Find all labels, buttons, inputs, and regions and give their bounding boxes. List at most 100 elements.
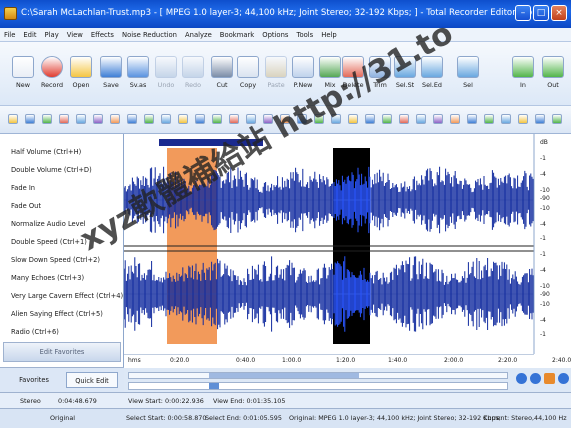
waveform-canvas[interactable]: dB-1-4-10-90-10-4-1-1-4-10-90-10-4-1 [124, 134, 571, 354]
toolbar-paste-button: Paste [262, 46, 290, 102]
effect-item[interactable]: Fade In [0, 180, 124, 198]
effect-shortcut-icon[interactable] [76, 114, 86, 124]
zoom-out-icon[interactable] [530, 373, 541, 384]
toolbar-in-button[interactable]: In [509, 46, 537, 102]
db-scale-label: -10 [540, 187, 550, 194]
effect-item[interactable]: Half Volume (Ctrl+H) [0, 144, 124, 162]
overview-marker[interactable] [209, 383, 219, 389]
effect-item[interactable]: Many Echoes (Ctrl+3) [0, 270, 124, 288]
toolbar-save-button[interactable]: Save [97, 46, 125, 102]
menu-effects[interactable]: Effects [87, 28, 118, 39]
toolbar-record-button[interactable]: Record [38, 46, 66, 102]
tab-quick-edit[interactable]: Quick Edit [66, 372, 118, 388]
horizontal-scrollbar[interactable] [128, 372, 508, 379]
zoom-in-icon[interactable] [516, 373, 527, 384]
zoom-in-icon [512, 56, 534, 78]
window-title: C:\Sarah McLachlan-Trust.mp3 - [ MPEG 1.… [21, 8, 533, 18]
effect-shortcut-icon[interactable] [8, 114, 18, 124]
effect-shortcut-icon[interactable] [518, 114, 528, 124]
menu-play[interactable]: Play [41, 28, 63, 39]
effect-shortcut-icon[interactable] [433, 114, 443, 124]
effect-shortcut-icon[interactable] [25, 114, 35, 124]
effect-item[interactable]: Double Speed (Ctrl+1) [0, 234, 124, 252]
effect-shortcut-icon[interactable] [178, 114, 188, 124]
effect-shortcut-icon[interactable] [297, 114, 307, 124]
effect-shortcut-icon[interactable] [229, 114, 239, 124]
redo-icon [182, 56, 204, 78]
toolbar-out-button[interactable]: Out [539, 46, 567, 102]
tab-favorites[interactable]: Favorites [12, 372, 56, 388]
effect-shortcut-icon[interactable] [484, 114, 494, 124]
effect-shortcut-icon[interactable] [212, 114, 222, 124]
overview-bar[interactable] [128, 382, 508, 390]
effect-shortcut-icon[interactable] [552, 114, 562, 124]
effect-shortcut-icon[interactable] [365, 114, 375, 124]
effect-shortcut-icon[interactable] [314, 114, 324, 124]
effect-shortcut-icon[interactable] [59, 114, 69, 124]
zoom-full-icon[interactable] [558, 373, 569, 384]
maximize-button[interactable]: □ [533, 5, 549, 21]
effect-shortcut-icon[interactable] [535, 114, 545, 124]
menu-analyze[interactable]: Analyze [181, 28, 216, 39]
menu-noise-reduction[interactable]: Noise Reduction [118, 28, 181, 39]
menu-options[interactable]: Options [258, 28, 292, 39]
toolbar-pnew-button[interactable]: P.New [289, 46, 317, 102]
effect-shortcut-icon[interactable] [280, 114, 290, 124]
effect-shortcut-icon[interactable] [501, 114, 511, 124]
edit-favorites-button[interactable]: Edit Favorites [3, 342, 121, 362]
waveform-view[interactable]: dB -1 -4 -10 -90 -10 -4 -1 -1 -4 -10 -90 -10 -4 -1 [124, 134, 571, 368]
effect-shortcut-icon[interactable] [42, 114, 52, 124]
folder-icon [70, 56, 92, 78]
effect-shortcut-icon[interactable] [263, 114, 273, 124]
effect-shortcut-icon[interactable] [144, 114, 154, 124]
db-scale-label: -1 [540, 331, 546, 338]
effect-shortcut-icon[interactable] [195, 114, 205, 124]
effect-shortcut-icon[interactable] [416, 114, 426, 124]
toolbar-undo-button: Undo [152, 46, 180, 102]
zoom-selection-icon[interactable] [544, 373, 555, 384]
effect-item[interactable]: Radio (Ctrl+6) [0, 324, 124, 342]
paste-new-icon [292, 56, 314, 78]
toolbar-cut-button[interactable]: Cut [208, 46, 236, 102]
effect-shortcut-icon[interactable] [331, 114, 341, 124]
effect-shortcut-icon[interactable] [127, 114, 137, 124]
effect-shortcut-icon[interactable] [246, 114, 256, 124]
toolbar-seled-button[interactable]: Sel.Ed [418, 46, 446, 102]
toolbar-selst-button[interactable]: Sel.St [391, 46, 419, 102]
menu-file[interactable]: File [0, 28, 19, 39]
app-icon[interactable] [4, 7, 17, 20]
toolbar-open-button[interactable]: Open [67, 46, 95, 102]
scrollbar-thumb[interactable] [209, 373, 359, 378]
effect-shortcut-icon[interactable] [110, 114, 120, 124]
effect-shortcut-icon[interactable] [93, 114, 103, 124]
menu-view[interactable]: View [63, 28, 87, 39]
effect-shortcut-icon[interactable] [382, 114, 392, 124]
undo-icon [155, 56, 177, 78]
toolbar-new-button[interactable]: New [9, 46, 37, 102]
toolbar-delete-button[interactable]: Delete [339, 46, 367, 102]
toolbar-copy-button[interactable]: Copy [234, 46, 262, 102]
effect-shortcut-icon[interactable] [467, 114, 477, 124]
effect-item[interactable]: Normalize Audio Level [0, 216, 124, 234]
toolbar-sel-button[interactable]: Sel [454, 46, 482, 102]
menu-bookmark[interactable]: Bookmark [216, 28, 258, 39]
minimize-button[interactable]: – [515, 5, 531, 21]
effect-shortcut-icon[interactable] [161, 114, 171, 124]
menu-tools[interactable]: Tools [292, 28, 317, 39]
menu-help[interactable]: Help [317, 28, 341, 39]
effect-item[interactable]: Double Volume (Ctrl+D) [0, 162, 124, 180]
effect-shortcut-icon[interactable] [450, 114, 460, 124]
effect-item[interactable]: Very Large Cavern Effect (Ctrl+4) [0, 288, 124, 306]
effect-item[interactable]: Slow Down Speed (Ctrl+2) [0, 252, 124, 270]
effect-item[interactable]: Fade Out [0, 198, 124, 216]
effect-shortcut-icon[interactable] [399, 114, 409, 124]
effect-item[interactable]: Alien Saying Effect (Ctrl+5) [0, 306, 124, 324]
current-info: Current: Stereo,44,100 Hz [483, 414, 567, 422]
toolbar-svas-button[interactable]: Sv.as [124, 46, 152, 102]
copy-icon [237, 56, 259, 78]
menu-edit[interactable]: Edit [19, 28, 40, 39]
close-button[interactable]: × [551, 5, 567, 21]
toolbar-trim-button[interactable]: Trim [366, 46, 394, 102]
effect-shortcut-icon[interactable] [348, 114, 358, 124]
secondary-toolbar [0, 106, 571, 134]
